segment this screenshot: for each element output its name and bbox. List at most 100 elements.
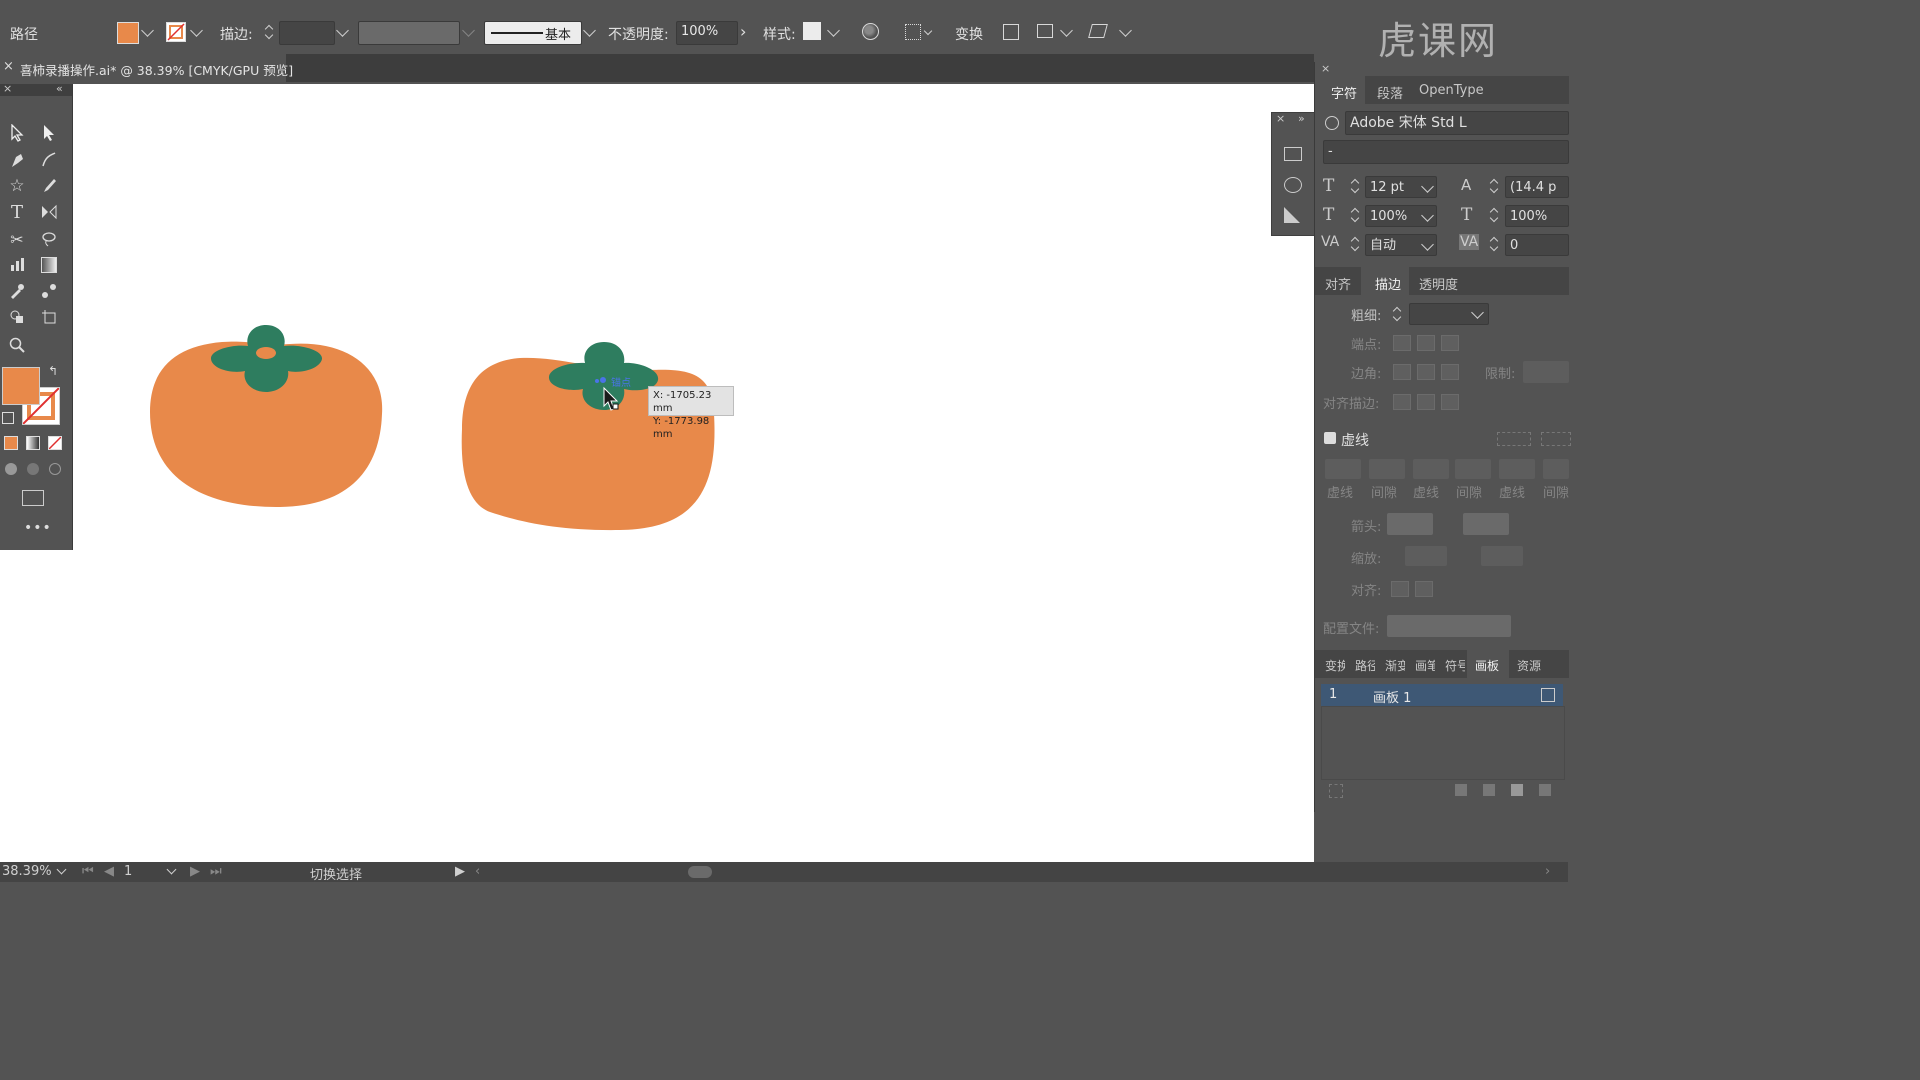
chevron-down-icon[interactable] — [190, 24, 203, 37]
move-down-icon[interactable] — [1483, 784, 1495, 796]
start-arrow-select[interactable] — [1387, 513, 1433, 535]
color-themes-icon[interactable] — [1284, 177, 1302, 193]
horizontal-scale-stepper[interactable] — [1490, 207, 1498, 223]
transform-label[interactable]: 变换 — [955, 24, 983, 44]
chevron-down-icon[interactable] — [336, 24, 349, 37]
end-scale-input[interactable] — [1481, 546, 1523, 566]
search-icon[interactable] — [1325, 116, 1339, 130]
stroke-weight-input[interactable] — [279, 21, 335, 45]
projecting-cap-icon[interactable] — [1441, 335, 1459, 351]
libraries-icon[interactable] — [1284, 147, 1302, 161]
arrange-icon[interactable] — [1037, 24, 1053, 38]
tools-panel-header[interactable]: × « — [0, 82, 72, 96]
tracking-stepper[interactable] — [1490, 236, 1498, 252]
arrow-tip-extend-icon[interactable] — [1391, 581, 1409, 597]
tab-transparency[interactable]: 透明度 — [1419, 274, 1458, 293]
blend-tool-icon[interactable] — [36, 280, 62, 302]
round-cap-icon[interactable] — [1417, 335, 1435, 351]
tab-character[interactable]: 字符 — [1315, 76, 1365, 104]
chevron-down-icon[interactable] — [827, 24, 840, 37]
kerning-stepper[interactable] — [1351, 236, 1359, 252]
chevron-down-icon[interactable] — [56, 864, 67, 875]
reflect-tool-icon[interactable] — [36, 201, 62, 223]
status-menu-arrow-icon[interactable]: ▶ — [455, 864, 465, 879]
horizontal-scrollbar-thumb[interactable] — [688, 866, 712, 878]
gap-input-2[interactable] — [1455, 459, 1491, 479]
chevron-right-icon[interactable]: › — [740, 22, 746, 41]
variable-width-profile[interactable] — [358, 21, 460, 45]
lasso-tool-icon[interactable] — [36, 228, 62, 250]
fill-swatch[interactable] — [117, 22, 139, 44]
close-icon[interactable]: × — [3, 59, 14, 74]
artboard-row[interactable]: 1 画板 1 — [1321, 684, 1563, 706]
align-dash-icon[interactable] — [1541, 432, 1571, 446]
stroke-swatch[interactable] — [166, 22, 186, 42]
gap-input-1[interactable] — [1369, 459, 1405, 479]
font-style-select[interactable]: - — [1323, 140, 1569, 164]
type-tool-icon[interactable]: T — [4, 201, 30, 223]
trash-icon[interactable] — [1539, 784, 1551, 796]
close-icon[interactable]: × — [3, 82, 12, 95]
pen-tool-icon[interactable] — [4, 149, 30, 171]
stroke-weight-stepper[interactable] — [265, 24, 273, 40]
more-tools-icon[interactable]: ••• — [24, 520, 52, 536]
chevron-down-icon[interactable] — [1119, 24, 1132, 37]
tracking-input[interactable]: 0 — [1505, 234, 1569, 256]
close-icon[interactable]: × — [1276, 112, 1285, 125]
swap-fill-stroke-icon[interactable]: ↰ — [48, 364, 58, 378]
none-mode-icon[interactable] — [48, 436, 62, 450]
scroll-right-icon[interactable]: › — [1545, 864, 1550, 879]
gradient-mode-icon[interactable] — [26, 436, 40, 450]
tab-stroke[interactable]: 描边 — [1361, 267, 1409, 295]
close-icon[interactable]: × — [1321, 62, 1330, 75]
eyedropper-tool-icon[interactable] — [4, 280, 30, 302]
tab-artboards[interactable]: 画板 — [1467, 650, 1509, 678]
gradient-tool-icon[interactable] — [36, 254, 62, 276]
draw-behind-icon[interactable] — [27, 463, 39, 475]
document-tab[interactable]: × 喜柿录播操作.ai* @ 38.39% [CMYK/GPU 预览] — [0, 54, 293, 82]
artboard-options-icon[interactable] — [1541, 688, 1555, 702]
leading-stepper[interactable] — [1490, 178, 1498, 194]
brush-profile-select[interactable]: 基本 — [484, 21, 582, 45]
draw-inside-icon[interactable] — [49, 463, 61, 475]
scissors-tool-icon[interactable]: ✂ — [4, 228, 30, 250]
tab-gradient[interactable]: 渐变 — [1385, 657, 1405, 674]
color-guide-icon[interactable] — [1284, 207, 1300, 223]
star-tool-icon[interactable]: ☆ — [4, 175, 30, 197]
font-size-stepper[interactable] — [1351, 178, 1359, 194]
align-center-icon[interactable] — [1393, 394, 1411, 410]
tab-brushes[interactable]: 画笔 — [1415, 657, 1435, 674]
tab-pathfinder[interactable]: 路径 — [1355, 657, 1375, 674]
tab-assets[interactable]: 资源 — [1517, 657, 1541, 674]
chevron-down-icon[interactable] — [1060, 24, 1073, 37]
shape-builder-tool-icon[interactable] — [4, 306, 30, 328]
dash-input-1[interactable] — [1325, 459, 1361, 479]
tab-paragraph[interactable]: 段落 — [1377, 83, 1403, 102]
chevron-down-icon[interactable] — [141, 24, 154, 37]
dashed-line-checkbox[interactable] — [1324, 432, 1336, 444]
arrow-tip-at-end-icon[interactable] — [1415, 581, 1433, 597]
direct-selection-tool-icon[interactable] — [36, 122, 62, 144]
bevel-join-icon[interactable] — [1441, 364, 1459, 380]
font-family-input[interactable]: Adobe 宋体 Std L — [1345, 111, 1569, 135]
graphic-style-swatch[interactable] — [803, 22, 821, 40]
dash-input-2[interactable] — [1413, 459, 1449, 479]
limit-input[interactable] — [1523, 361, 1569, 383]
end-arrow-select[interactable] — [1463, 513, 1509, 535]
isolate-icon[interactable] — [1003, 24, 1019, 40]
new-artboard-icon[interactable] — [1511, 784, 1523, 796]
chevron-down-icon[interactable] — [166, 864, 177, 875]
align-outside-icon[interactable] — [1441, 394, 1459, 410]
zoom-level[interactable]: 38.39% — [2, 864, 52, 879]
color-mode-icon[interactable] — [4, 436, 18, 450]
tab-symbols[interactable]: 符号 — [1445, 657, 1465, 674]
artboard-canvas[interactable]: 锚点 — [0, 84, 1314, 862]
dash-input-3[interactable] — [1499, 459, 1535, 479]
artboard-name[interactable]: 画板 1 — [1373, 687, 1411, 706]
rearrange-artboards-icon[interactable] — [1329, 784, 1343, 798]
round-join-icon[interactable] — [1417, 364, 1435, 380]
fill-color-swatch[interactable] — [2, 367, 40, 405]
align-inside-icon[interactable] — [1417, 394, 1435, 410]
profile-select[interactable] — [1387, 615, 1511, 637]
chevron-down-icon[interactable] — [583, 24, 596, 37]
